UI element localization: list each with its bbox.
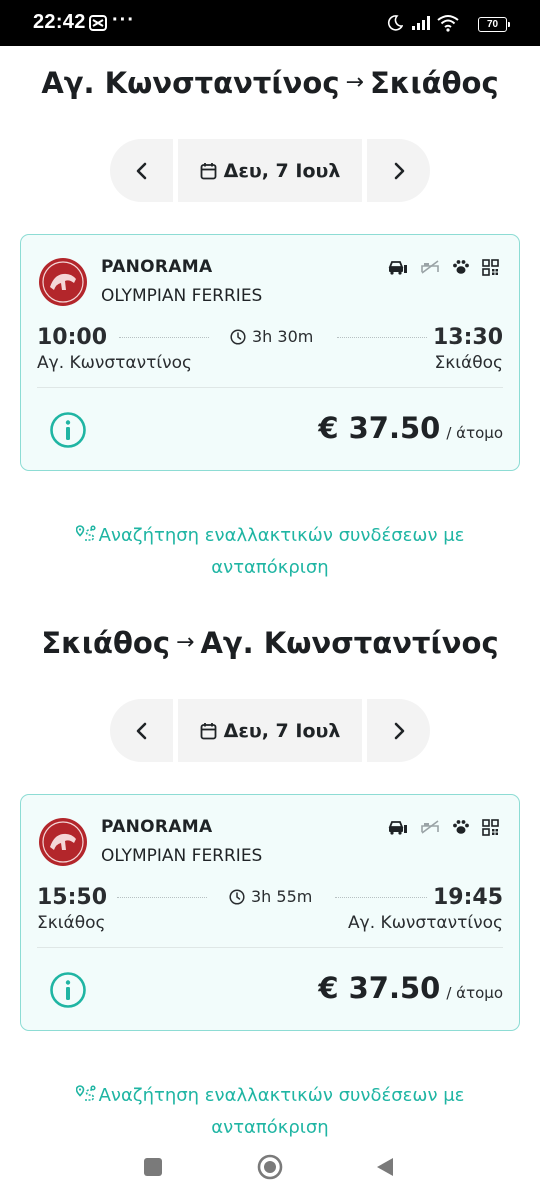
pet-icon [453, 260, 469, 274]
departure-port: Αγ. Κωνσταντίνος [37, 353, 192, 373]
date-label: Δευ, 7 Ιουλ [223, 159, 341, 182]
card-divider [37, 947, 503, 948]
duration-label: 3h 30m [252, 327, 314, 346]
date-picker-button[interactable]: Δευ, 7 Ιουλ [178, 139, 362, 202]
amenity-icons [388, 819, 499, 836]
next-day-button[interactable] [367, 139, 430, 202]
route-line [119, 337, 209, 338]
qr-code-icon [482, 259, 499, 276]
card-divider [37, 387, 503, 388]
departure-port: Σκιάθος [37, 913, 106, 933]
date-picker-button[interactable]: Δευ, 7 Ιουλ [178, 699, 362, 762]
route-pin-icon [75, 525, 96, 541]
alternative-connections-link[interactable]: Αναζήτηση εναλλακτικών συνδέσεων με αντα… [40, 520, 500, 584]
capcut-icon [89, 15, 107, 31]
route-from: Αγ. Κωνσταντίνος [41, 66, 340, 100]
alt-link-label: Αναζήτηση εναλλακτικών συνδέσεων με αντα… [98, 525, 465, 578]
arrival-port: Αγ. Κωνσταντίνος [348, 913, 503, 933]
route-to: Αγ. Κωνσταντίνος [200, 626, 499, 660]
chevron-right-icon [394, 162, 404, 179]
wifi-icon [437, 15, 459, 32]
departure-time: 10:00 [37, 325, 108, 350]
chevron-left-icon [136, 162, 146, 179]
previous-day-button[interactable] [110, 699, 173, 762]
signal-icon [412, 16, 430, 30]
date-selector-outbound: Δευ, 7 Ιουλ [110, 139, 430, 202]
moon-icon [387, 15, 403, 31]
vessel-name: PANORAMA [101, 257, 213, 277]
amenity-icons [388, 259, 499, 276]
route-from: Σκιάθος [41, 626, 171, 660]
car-icon [388, 261, 407, 275]
previous-day-button[interactable] [110, 139, 173, 202]
company-name: OLYMPIAN FERRIES [101, 286, 263, 306]
home-button[interactable] [257, 1154, 283, 1180]
battery-icon: 70 [478, 17, 510, 32]
date-label: Δευ, 7 Ιουλ [223, 719, 341, 742]
clock-icon [230, 328, 246, 345]
route-arrow-icon: → [345, 70, 364, 95]
car-icon [388, 821, 407, 835]
arrival-port: Σκιάθος [434, 353, 504, 373]
duration-label: 3h 55m [251, 887, 313, 906]
price-unit: / άτομο [446, 984, 503, 1002]
no-cabin-icon [421, 820, 439, 834]
next-day-button[interactable] [367, 699, 430, 762]
recents-button[interactable] [144, 1158, 162, 1176]
route-to: Σκιάθος [369, 66, 499, 100]
more-notifications-icon: ··· [112, 9, 135, 31]
system-navigation-bar [0, 1140, 540, 1200]
departure-time: 15:50 [37, 885, 108, 910]
arrival-time: 13:30 [432, 325, 503, 350]
calendar-icon [200, 722, 217, 739]
trip-duration: 3h 30m [230, 327, 313, 346]
chevron-left-icon [136, 722, 146, 739]
info-icon[interactable] [49, 411, 87, 449]
trip-card-return[interactable]: PANORAMA OLYMPIAN FERRIES 15:50 3h 55m 1… [20, 794, 520, 1031]
price-unit: / άτομο [446, 424, 503, 442]
alternative-connections-link[interactable]: Αναζήτηση εναλλακτικών συνδέσεων με αντα… [40, 1080, 500, 1144]
route-arrow-icon: → [176, 630, 195, 655]
info-icon[interactable] [49, 971, 87, 1009]
date-selector-return: Δευ, 7 Ιουλ [110, 699, 430, 762]
price-amount: € 37.50 [318, 411, 441, 445]
no-cabin-icon [421, 260, 439, 274]
ferry-company-logo [39, 258, 87, 306]
back-button[interactable] [374, 1156, 396, 1178]
ferry-company-logo [39, 818, 87, 866]
route-line [117, 897, 207, 898]
arrival-time: 19:45 [432, 885, 503, 910]
company-name: OLYMPIAN FERRIES [101, 846, 263, 866]
trip-duration: 3h 55m [229, 887, 312, 906]
calendar-icon [200, 162, 217, 179]
clock-icon [229, 888, 245, 905]
route-title-return: Σκιάθος → Αγ. Κωνσταντίνος [0, 626, 540, 660]
chevron-right-icon [394, 722, 404, 739]
price: € 37.50 / άτομο [318, 411, 503, 445]
alt-link-label: Αναζήτηση εναλλακτικών συνδέσεων με αντα… [98, 1085, 465, 1138]
route-pin-icon [75, 1085, 96, 1101]
pet-icon [453, 820, 469, 834]
trip-card-outbound[interactable]: PANORAMA OLYMPIAN FERRIES 10:00 3h 30m 1… [20, 234, 520, 471]
route-line [335, 897, 427, 898]
qr-code-icon [482, 819, 499, 836]
status-bar: 22:42 ··· 70 [0, 0, 540, 46]
route-title-outbound: Αγ. Κωνσταντίνος → Σκιάθος [0, 66, 540, 100]
status-time: 22:42 [33, 11, 86, 33]
vessel-name: PANORAMA [101, 817, 213, 837]
price-amount: € 37.50 [318, 971, 441, 1005]
route-line [337, 337, 427, 338]
status-icons: 70 [387, 13, 510, 33]
price: € 37.50 / άτομο [318, 971, 503, 1005]
